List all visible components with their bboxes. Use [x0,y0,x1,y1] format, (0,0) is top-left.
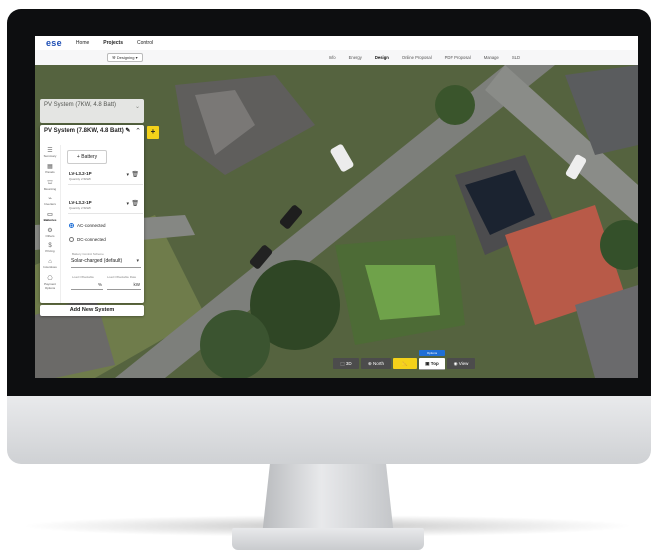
side-item-inverters[interactable]: ⌁ Inverters [42,195,58,206]
collapsed-system-card[interactable]: PV System (7KW, 4.8 Batt) ⌄ [40,99,144,123]
side-label-payment-options: Payment Options [44,282,56,290]
designing-label: Designing [116,55,135,60]
tab-info[interactable]: Info [329,55,336,60]
side-label-incentives: Incentives [43,265,57,269]
tool-button[interactable]: 📐 [393,358,417,369]
add-battery-button[interactable]: + Battery [67,150,107,164]
side-label-batteries: Batteries [43,218,57,222]
battery-name: LV-L3.2-1P [69,171,92,176]
collapsed-system-title: PV System (7KW, 4.8 Batt) [44,102,117,108]
chevron-up-icon[interactable]: ⌃ [135,127,141,135]
battery-control-select[interactable]: Solar-charged (default) ▾ [71,256,141,268]
add-floating-button[interactable]: + [147,126,159,139]
inverter-icon: ⌁ [48,196,52,202]
battery-quantity: Quantity 2.5kWh [69,206,92,210]
battery-row[interactable]: LV-L3.2-1P Quantity 2.5kWh ▾ 🗑 [68,197,143,214]
dc-connected-radio[interactable]: DC-connected [69,237,106,242]
system-title-text: PV System (7.8KW, 4.8 Batt) [44,128,124,134]
edit-icon[interactable]: ✎ [125,128,130,134]
side-item-others[interactable]: ⚙ Others [42,227,58,238]
side-item-incentives[interactable]: ⌂ Incentives [42,259,58,269]
view-button[interactable]: ◉ View [447,358,475,369]
system-title: PV System (7.8KW, 4.8 Batt) ✎ [44,127,130,134]
load-rate-input[interactable]: kW [107,280,141,290]
north-button[interactable]: ⊕ North [361,358,391,369]
project-subbar: ⚒ Designing ▾ Info Energy Design Online … [35,50,638,66]
system-side-icons: ☰ Summary ▦ Panels ⛫ Mounting ⌁ Inverters ▭ B… [40,145,61,303]
view-3d-button[interactable]: ⬚ 3D [333,358,359,369]
trash-icon[interactable]: 🗑 [131,171,139,178]
system-panel: PV System (7.8KW, 4.8 Batt) ✎ ⌃ ☰ Summary… [40,125,144,303]
radio-selected-icon [69,223,74,228]
nav-home[interactable]: Home [76,40,89,46]
view-3d-label: 3D [345,361,352,366]
plus-icon: + [150,127,156,136]
side-label-pricing: Pricing [45,249,55,253]
load-offset-label: Load Offsettable [72,275,94,279]
side-label-panels: Panels [45,170,55,174]
satellite-map[interactable]: PV System (7KW, 4.8 Batt) ⌄ PV System (7… [35,65,638,378]
battery-quantity: Quantity 2.5kWh [69,177,92,181]
add-new-system-button[interactable]: Add New System [40,305,144,316]
percent-unit: % [97,282,102,287]
top-nav: ese Home Projects Control [35,36,638,51]
chevron-down-icon[interactable]: ⌄ [135,103,140,110]
side-item-panels[interactable]: ▦ Panels [42,163,58,174]
app-logo[interactable]: ese [46,38,62,48]
ac-connected-label: AC-connected [77,223,106,228]
top-view-button[interactable]: ▣ Top [419,358,445,370]
side-item-payment-options[interactable]: ⎔ Payment Options [42,275,58,290]
payment-icon: ⎔ [47,276,53,282]
side-label-others: Others [45,234,55,238]
chevron-down-icon: ▾ [136,258,139,264]
side-item-mounting[interactable]: ⛫ Mounting [42,179,58,191]
tab-energy[interactable]: Energy [349,55,362,60]
options-caption: Options [419,350,445,356]
monitor-stand-neck [262,464,394,536]
ac-connected-radio[interactable]: AC-connected [69,223,106,228]
add-battery-label: Battery [81,154,98,160]
chevron-down-icon[interactable]: ▾ [126,172,129,178]
side-label-mounting: Mounting [43,187,57,191]
nav-control[interactable]: Control [137,40,153,46]
load-rate-label: Load Offsettable Rate [107,275,137,279]
top-view-label: Top [430,361,439,366]
monitor-chin [7,396,651,464]
others-icon: ⚙ [47,228,53,234]
project-tabs: Info Energy Design Online Proposal PDF P… [316,50,520,65]
panels-icon: ▦ [47,164,53,170]
tab-online-proposal[interactable]: Online Proposal [402,55,432,60]
monitor-stand-foot [232,528,424,550]
tab-design[interactable]: Design [375,55,389,60]
side-item-batteries[interactable]: ▭ Batteries [42,211,58,222]
trash-icon[interactable]: 🗑 [131,200,139,207]
tab-pdf-proposal[interactable]: PDF Proposal [445,55,471,60]
side-item-pricing[interactable]: $ Pricing [42,243,58,253]
side-label-summary: Summary [43,154,57,158]
side-item-summary[interactable]: ☰ Summary [42,147,58,158]
battery-name: LV-L3.2-1P [69,200,92,205]
battery-row[interactable]: LV-L3.2-1P Quantity 2.5kWh ▾ 🗑 [68,168,143,185]
mounting-icon: ⛫ [47,180,53,186]
nav-projects[interactable]: Projects [103,40,123,46]
dc-connected-label: DC-connected [77,237,106,242]
tab-sld[interactable]: SLD [512,55,520,60]
kw-unit: kW [133,282,141,287]
ruler-icon: 📐 [402,361,408,366]
north-label: North [373,361,385,366]
side-label-inverters: Inverters [44,202,56,206]
summary-icon: ☰ [47,148,53,154]
app-screen: ese Home Projects Control ⚒ Designing ▾ … [35,36,638,378]
battery-icon: ▭ [47,212,53,218]
chevron-down-icon[interactable]: ▾ [126,201,129,207]
designing-dropdown[interactable]: ⚒ Designing ▾ [107,53,143,62]
battery-control-value: Solar-charged (default) [71,258,123,264]
tab-manage[interactable]: Manage [484,55,499,60]
load-offset-input[interactable]: % [71,280,103,290]
view-label: View [458,361,469,366]
radio-empty-icon [69,237,74,242]
